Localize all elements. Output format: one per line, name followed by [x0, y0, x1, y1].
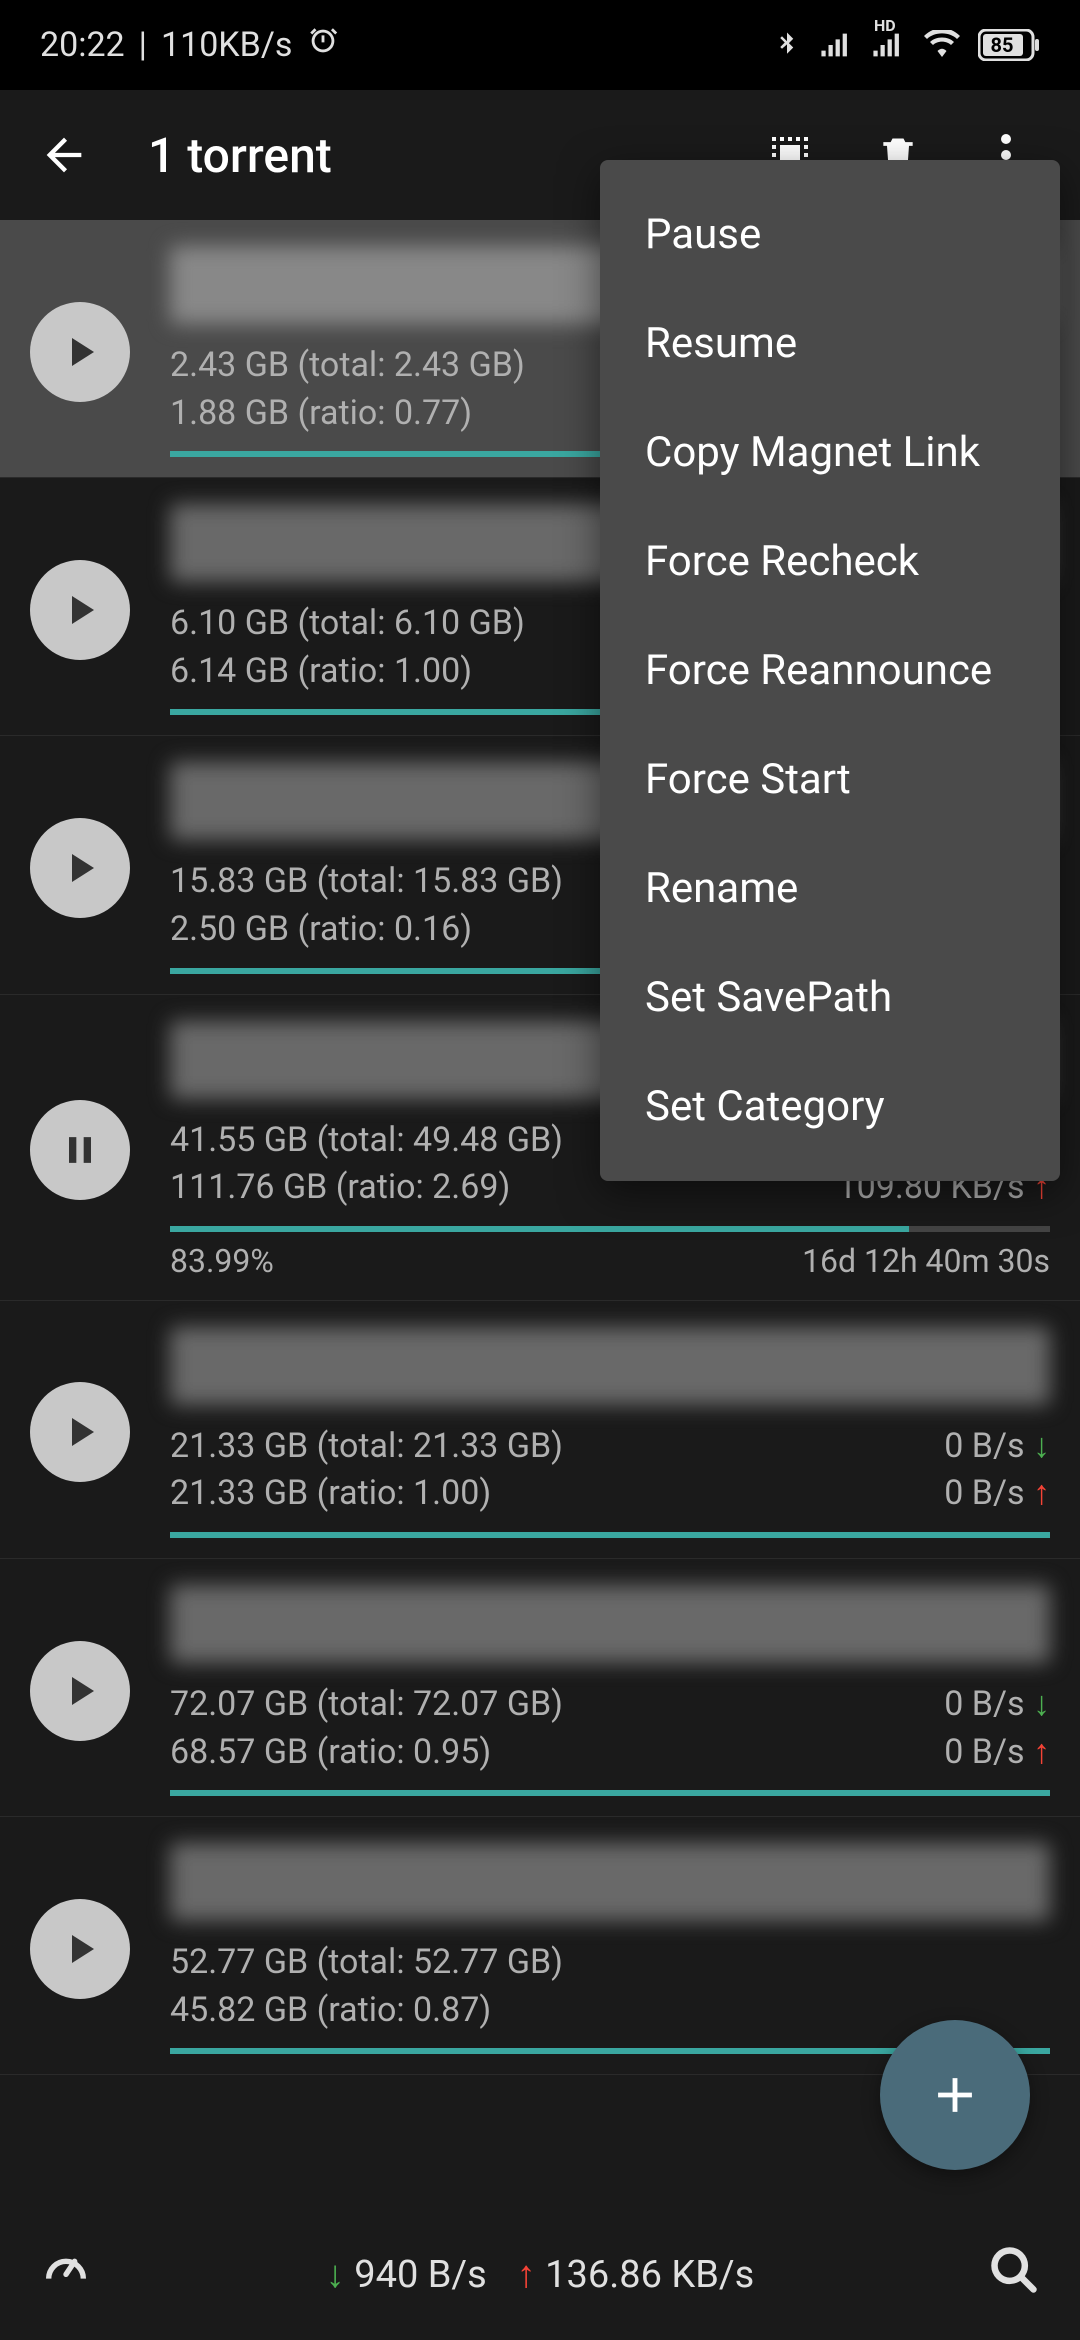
menu-item-force-reannounce[interactable]: Force Reannounce: [600, 616, 1060, 725]
torrent-uploaded: 68.57 GB (ratio: 0.95): [170, 1729, 563, 1777]
bottom-bar: ↓ 940 B/s ↑ 136.86 KB/s: [0, 2210, 1080, 2340]
svg-text:85: 85: [991, 33, 1014, 57]
torrent-item[interactable]: 72.07 GB (total: 72.07 GB) 68.57 GB (rat…: [0, 1559, 1080, 1817]
torrent-title-redacted: [170, 1327, 1050, 1405]
menu-item-force-start[interactable]: Force Start: [600, 725, 1060, 834]
torrent-eta: 16d 12h 40m 30s: [802, 1242, 1050, 1280]
battery-icon: 85: [978, 29, 1040, 61]
torrent-downloaded: 72.07 GB (total: 72.07 GB): [170, 1681, 563, 1729]
status-net-speed: 110KB/s: [161, 25, 292, 65]
torrent-downloaded: 41.55 GB (total: 49.48 GB): [170, 1117, 563, 1165]
menu-item-set-category[interactable]: Set Category: [600, 1052, 1060, 1161]
menu-item-copy-magnet-link[interactable]: Copy Magnet Link: [600, 398, 1060, 507]
back-button[interactable]: [30, 121, 98, 189]
menu-item-resume[interactable]: Resume: [600, 289, 1060, 398]
torrent-uploaded: 2.50 GB (ratio: 0.16): [170, 906, 563, 954]
add-fab[interactable]: [880, 2020, 1030, 2170]
progress-bar: [170, 1790, 1050, 1796]
pause-icon[interactable]: [30, 1100, 130, 1200]
global-ul-speed: 136.86 KB/s: [545, 2253, 754, 2297]
play-icon[interactable]: [30, 560, 130, 660]
wifi-icon: [924, 30, 960, 60]
alarm-icon: [306, 24, 340, 67]
menu-item-pause[interactable]: Pause: [600, 180, 1060, 289]
torrent-speeds: 0 B/s ↓0 B/s ↑: [944, 1423, 1050, 1518]
progress-bar: [170, 1532, 1050, 1538]
torrent-uploaded: 6.14 GB (ratio: 1.00): [170, 648, 525, 696]
bluetooth-icon: [772, 28, 802, 62]
signal-hd-icon: HD: [872, 30, 906, 60]
signal-icon: [820, 30, 854, 60]
status-time: 20:22: [40, 25, 125, 65]
menu-item-force-recheck[interactable]: Force Recheck: [600, 507, 1060, 616]
speedometer-icon[interactable]: [40, 2244, 92, 2306]
play-icon[interactable]: [30, 818, 130, 918]
play-icon[interactable]: [30, 1899, 130, 1999]
menu-item-rename[interactable]: Rename: [600, 834, 1060, 943]
torrent-percent: 83.99%: [170, 1242, 274, 1280]
torrent-downloaded: 21.33 GB (total: 21.33 GB): [170, 1423, 563, 1471]
torrent-downloaded: 52.77 GB (total: 52.77 GB): [170, 1939, 563, 1987]
torrent-downloaded: 2.43 GB (total: 2.43 GB): [170, 342, 525, 390]
play-icon[interactable]: [30, 302, 130, 402]
torrent-downloaded: 6.10 GB (total: 6.10 GB): [170, 600, 525, 648]
torrent-speeds: 0 B/s ↓0 B/s ↑: [944, 1681, 1050, 1776]
play-icon[interactable]: [30, 1641, 130, 1741]
torrent-uploaded: 111.76 GB (ratio: 2.69): [170, 1164, 563, 1212]
torrent-title-redacted: [170, 1843, 1050, 1921]
menu-item-set-savepath[interactable]: Set SavePath: [600, 943, 1060, 1052]
torrent-uploaded: 21.33 GB (ratio: 1.00): [170, 1470, 563, 1518]
torrent-item[interactable]: 21.33 GB (total: 21.33 GB) 21.33 GB (rat…: [0, 1301, 1080, 1559]
global-dl-speed: 940 B/s: [354, 2253, 486, 2297]
torrent-uploaded: 45.82 GB (ratio: 0.87): [170, 1987, 563, 2035]
torrent-downloaded: 15.83 GB (total: 15.83 GB): [170, 858, 563, 906]
torrent-title-redacted: [170, 1585, 1050, 1663]
status-bar: 20:22 | 110KB/s HD 85: [0, 0, 1080, 90]
search-button[interactable]: [988, 2244, 1040, 2306]
torrent-uploaded: 1.88 GB (ratio: 0.77): [170, 390, 525, 438]
context-menu: PauseResumeCopy Magnet LinkForce Recheck…: [600, 160, 1060, 1181]
play-icon[interactable]: [30, 1382, 130, 1482]
progress-bar: [170, 1226, 1050, 1232]
